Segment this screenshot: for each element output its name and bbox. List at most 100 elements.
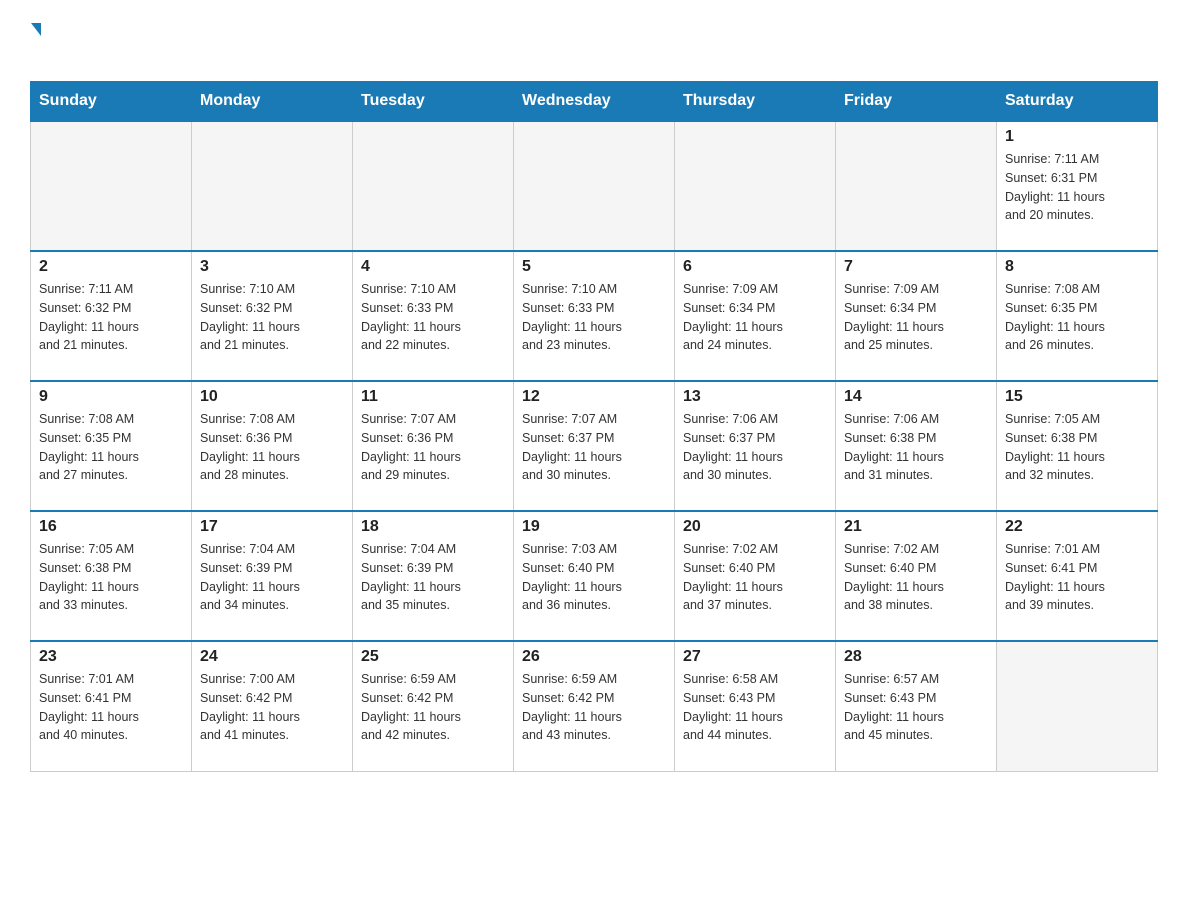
calendar-cell: 6 Sunrise: 7:09 AM Sunset: 6:34 PM Daylig…: [675, 251, 836, 381]
day-number: 22: [1005, 518, 1149, 536]
day-number: 12: [522, 388, 666, 406]
calendar-cell: 20 Sunrise: 7:02 AM Sunset: 6:40 PM Dayli…: [675, 511, 836, 641]
calendar-cell: 7 Sunrise: 7:09 AM Sunset: 6:34 PM Daylig…: [836, 251, 997, 381]
day-number: 9: [39, 388, 183, 406]
day-number: 15: [1005, 388, 1149, 406]
day-number: 16: [39, 518, 183, 536]
week-row-2: 2 Sunrise: 7:11 AM Sunset: 6:32 PM Daylig…: [31, 251, 1158, 381]
calendar-cell: 1 Sunrise: 7:11 AM Sunset: 6:31 PM Daylig…: [997, 121, 1158, 251]
calendar-cell: 3 Sunrise: 7:10 AM Sunset: 6:32 PM Daylig…: [192, 251, 353, 381]
day-number: 2: [39, 258, 183, 276]
day-number: 11: [361, 388, 505, 406]
day-number: 4: [361, 258, 505, 276]
day-number: 13: [683, 388, 827, 406]
day-number: 5: [522, 258, 666, 276]
calendar-cell: 21Sunrise: 7:02 AM Sunset: 6:40 PM Dayli…: [836, 511, 997, 641]
day-info: Sunrise: 7:10 AM Sunset: 6:32 PM Dayligh…: [200, 280, 344, 355]
day-info: Sunrise: 7:10 AM Sunset: 6:33 PM Dayligh…: [522, 280, 666, 355]
week-row-4: 16 Sunrise: 7:05 AM Sunset: 6:38 PM Dayli…: [31, 511, 1158, 641]
week-row-1: 1 Sunrise: 7:11 AM Sunset: 6:31 PM Daylig…: [31, 121, 1158, 251]
day-number: 26: [522, 648, 666, 666]
calendar-cell: 8Sunrise: 7:08 AM Sunset: 6:35 PM Daylig…: [997, 251, 1158, 381]
calendar-cell: 2 Sunrise: 7:11 AM Sunset: 6:32 PM Daylig…: [31, 251, 192, 381]
day-info: Sunrise: 7:09 AM Sunset: 6:34 PM Dayligh…: [683, 280, 827, 355]
calendar-cell: 18 Sunrise: 7:04 AM Sunset: 6:39 PM Dayli…: [353, 511, 514, 641]
day-info: Sunrise: 7:10 AM Sunset: 6:33 PM Dayligh…: [361, 280, 505, 355]
day-number: 23: [39, 648, 183, 666]
week-row-5: 23 Sunrise: 7:01 AM Sunset: 6:41 PM Dayli…: [31, 641, 1158, 771]
day-number: 24: [200, 648, 344, 666]
calendar-cell: [836, 121, 997, 251]
calendar-cell: [192, 121, 353, 251]
calendar-cell: 16 Sunrise: 7:05 AM Sunset: 6:38 PM Dayli…: [31, 511, 192, 641]
day-number: 25: [361, 648, 505, 666]
calendar-cell: 12 Sunrise: 7:07 AM Sunset: 6:37 PM Dayli…: [514, 381, 675, 511]
calendar-cell: 22Sunrise: 7:01 AM Sunset: 6:41 PM Dayli…: [997, 511, 1158, 641]
day-info: Sunrise: 7:09 AM Sunset: 6:34 PM Dayligh…: [844, 280, 988, 355]
calendar-cell: 10 Sunrise: 7:08 AM Sunset: 6:36 PM Dayli…: [192, 381, 353, 511]
day-info: Sunrise: 7:07 AM Sunset: 6:37 PM Dayligh…: [522, 410, 666, 485]
day-info: Sunrise: 6:59 AM Sunset: 6:42 PM Dayligh…: [522, 670, 666, 745]
calendar-cell: 25Sunrise: 6:59 AM Sunset: 6:42 PM Dayli…: [353, 641, 514, 771]
day-number: 14: [844, 388, 988, 406]
calendar-cell: 23 Sunrise: 7:01 AM Sunset: 6:41 PM Dayli…: [31, 641, 192, 771]
day-info: Sunrise: 7:00 AM Sunset: 6:42 PM Dayligh…: [200, 670, 344, 745]
day-number: 3: [200, 258, 344, 276]
day-info: Sunrise: 7:05 AM Sunset: 6:38 PM Dayligh…: [39, 540, 183, 615]
day-number: 18: [361, 518, 505, 536]
weekday-header-thursday: Thursday: [675, 82, 836, 122]
weekday-header-saturday: Saturday: [997, 82, 1158, 122]
day-number: 27: [683, 648, 827, 666]
calendar-cell: [997, 641, 1158, 771]
day-info: Sunrise: 7:11 AM Sunset: 6:31 PM Dayligh…: [1005, 150, 1149, 225]
day-info: Sunrise: 7:03 AM Sunset: 6:40 PM Dayligh…: [522, 540, 666, 615]
day-info: Sunrise: 7:08 AM Sunset: 6:36 PM Dayligh…: [200, 410, 344, 485]
week-row-3: 9 Sunrise: 7:08 AM Sunset: 6:35 PM Daylig…: [31, 381, 1158, 511]
day-number: 28: [844, 648, 988, 666]
calendar-cell: 28 Sunrise: 6:57 AM Sunset: 6:43 PM Dayli…: [836, 641, 997, 771]
day-info: Sunrise: 6:57 AM Sunset: 6:43 PM Dayligh…: [844, 670, 988, 745]
day-info: Sunrise: 7:02 AM Sunset: 6:40 PM Dayligh…: [844, 540, 988, 615]
calendar-cell: 17 Sunrise: 7:04 AM Sunset: 6:39 PM Dayli…: [192, 511, 353, 641]
calendar-cell: 15 Sunrise: 7:05 AM Sunset: 6:38 PM Dayli…: [997, 381, 1158, 511]
calendar-cell: 14 Sunrise: 7:06 AM Sunset: 6:38 PM Dayli…: [836, 381, 997, 511]
day-number: 17: [200, 518, 344, 536]
day-info: Sunrise: 7:06 AM Sunset: 6:37 PM Dayligh…: [683, 410, 827, 485]
day-number: 8: [1005, 258, 1149, 276]
weekday-header-tuesday: Tuesday: [353, 82, 514, 122]
calendar-cell: 19 Sunrise: 7:03 AM Sunset: 6:40 PM Dayli…: [514, 511, 675, 641]
logo-chevron-icon: [31, 23, 41, 36]
day-info: Sunrise: 7:04 AM Sunset: 6:39 PM Dayligh…: [200, 540, 344, 615]
day-number: 19: [522, 518, 666, 536]
weekday-header-wednesday: Wednesday: [514, 82, 675, 122]
calendar-cell: 4 Sunrise: 7:10 AM Sunset: 6:33 PM Daylig…: [353, 251, 514, 381]
day-info: Sunrise: 7:01 AM Sunset: 6:41 PM Dayligh…: [39, 670, 183, 745]
day-info: Sunrise: 7:04 AM Sunset: 6:39 PM Dayligh…: [361, 540, 505, 615]
weekday-header-sunday: Sunday: [31, 82, 192, 122]
calendar-cell: [31, 121, 192, 251]
day-info: Sunrise: 6:58 AM Sunset: 6:43 PM Dayligh…: [683, 670, 827, 745]
weekday-header-row: SundayMondayTuesdayWednesdayThursdayFrid…: [31, 82, 1158, 122]
logo: [30, 20, 42, 61]
calendar-table: SundayMondayTuesdayWednesdayThursdayFrid…: [30, 81, 1158, 772]
page-header: [30, 20, 1158, 61]
calendar-cell: [353, 121, 514, 251]
weekday-header-monday: Monday: [192, 82, 353, 122]
day-number: 10: [200, 388, 344, 406]
day-info: Sunrise: 7:02 AM Sunset: 6:40 PM Dayligh…: [683, 540, 827, 615]
calendar-cell: 5 Sunrise: 7:10 AM Sunset: 6:33 PM Daylig…: [514, 251, 675, 381]
calendar-cell: [675, 121, 836, 251]
day-info: Sunrise: 7:08 AM Sunset: 6:35 PM Dayligh…: [39, 410, 183, 485]
calendar-cell: 9 Sunrise: 7:08 AM Sunset: 6:35 PM Daylig…: [31, 381, 192, 511]
calendar-cell: 11Sunrise: 7:07 AM Sunset: 6:36 PM Dayli…: [353, 381, 514, 511]
calendar-cell: 27 Sunrise: 6:58 AM Sunset: 6:43 PM Dayli…: [675, 641, 836, 771]
day-number: 6: [683, 258, 827, 276]
day-number: 7: [844, 258, 988, 276]
day-info: Sunrise: 7:06 AM Sunset: 6:38 PM Dayligh…: [844, 410, 988, 485]
day-number: 1: [1005, 128, 1149, 146]
day-number: 20: [683, 518, 827, 536]
day-info: Sunrise: 7:11 AM Sunset: 6:32 PM Dayligh…: [39, 280, 183, 355]
day-info: Sunrise: 7:05 AM Sunset: 6:38 PM Dayligh…: [1005, 410, 1149, 485]
calendar-cell: 13 Sunrise: 7:06 AM Sunset: 6:37 PM Dayli…: [675, 381, 836, 511]
weekday-header-friday: Friday: [836, 82, 997, 122]
